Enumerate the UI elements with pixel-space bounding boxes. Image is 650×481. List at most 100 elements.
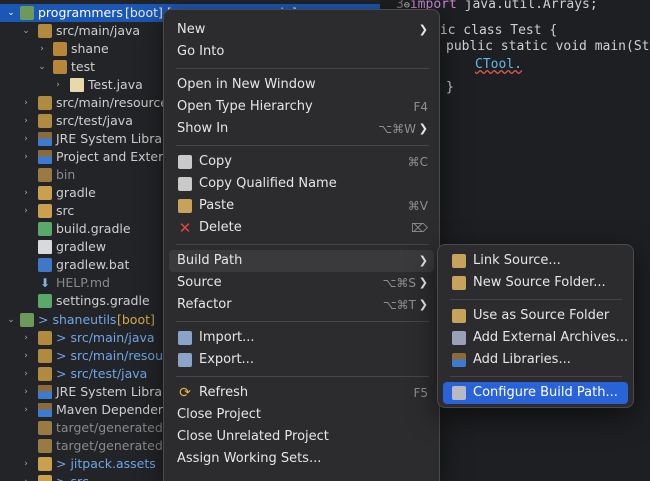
folder-icon: [38, 457, 52, 471]
code-text: java.util.Arrays;: [456, 0, 598, 12]
collapse-arrow-icon[interactable]: ⌄: [6, 4, 16, 22]
source-folder-icon: [452, 309, 466, 323]
code-line-method: public static void main(Strin: [446, 38, 650, 56]
tree-label: build.gradle: [56, 221, 131, 236]
shortcut: ⌘C: [407, 155, 428, 169]
tree-decor: [boot]: [117, 312, 155, 327]
menu-item-add-external-archives[interactable]: Add External Archives...: [443, 327, 628, 349]
delete-icon: ✕: [178, 219, 192, 237]
shortcut: ⌥⌘T: [382, 298, 416, 312]
tree-label: bin: [56, 167, 76, 182]
menu-item-paste[interactable]: Paste ⌘V: [169, 195, 434, 217]
source-folder-icon: [38, 24, 52, 38]
menu-item-refactor[interactable]: Refactor ⌥⌘T ❯: [169, 294, 434, 316]
code-text: }: [446, 80, 454, 95]
expand-arrow-icon[interactable]: ›: [21, 184, 31, 202]
collapse-arrow-icon[interactable]: ⌄: [21, 22, 31, 40]
menu-item-add-libraries[interactable]: Add Libraries...: [443, 349, 628, 371]
expand-arrow-icon[interactable]: ›: [21, 148, 31, 166]
tree-label: gradlew.bat: [56, 257, 130, 272]
link-source-icon: [452, 254, 466, 268]
menu-label: Open in New Window: [177, 77, 316, 92]
source-folder-icon: [38, 367, 52, 381]
markdown-download-icon: ⬇: [39, 276, 51, 290]
menu-item-export[interactable]: Export...: [169, 349, 434, 371]
library-icon: [38, 403, 52, 417]
menu-separator: [450, 376, 622, 377]
menu-label: Close Unrelated Project: [177, 429, 329, 444]
paste-icon: [178, 199, 192, 213]
tree-label: > src/main/java: [56, 330, 155, 345]
menu-item-new-source-folder[interactable]: New Source Folder...: [443, 272, 628, 294]
menu-label: Copy Qualified Name: [199, 176, 337, 191]
menu-item-delete[interactable]: ✕ Delete ⌦: [169, 217, 434, 239]
collapse-arrow-icon[interactable]: ⌄: [37, 58, 47, 76]
menu-label: Show In: [177, 121, 229, 136]
expand-arrow-icon[interactable]: ›: [21, 112, 31, 130]
menu-label: New Source Folder...: [473, 275, 606, 290]
menu-item-source[interactable]: Source ⌥⌘S ❯: [169, 272, 434, 294]
java-file-icon: [70, 78, 84, 92]
expand-arrow-icon[interactable]: ›: [21, 473, 31, 481]
code-text: public static void main(Strin: [446, 39, 650, 54]
expand-arrow-icon[interactable]: ›: [21, 455, 31, 473]
menu-item-close-unrelated-project[interactable]: Close Unrelated Project: [169, 426, 434, 448]
expand-arrow-icon[interactable]: ›: [21, 365, 31, 383]
menu-label: Paste: [199, 198, 235, 213]
folder-icon: [38, 168, 52, 182]
menu-item-build-path[interactable]: Build Path ❯: [169, 250, 434, 272]
expand-arrow-icon[interactable]: ›: [21, 383, 31, 401]
submenu-chevron-icon: ❯: [418, 276, 428, 289]
menu-item-close-project[interactable]: Close Project: [169, 404, 434, 426]
expand-arrow-icon[interactable]: ›: [21, 329, 31, 347]
library-icon: [452, 353, 466, 367]
menu-separator: [176, 244, 429, 245]
menu-item-open-type-hierarchy[interactable]: Open Type Hierarchy F4: [169, 96, 434, 118]
menu-item-copy[interactable]: Copy ⌘C: [169, 151, 434, 173]
menu-item-refresh[interactable]: ⟳ Refresh F5: [169, 382, 434, 404]
expand-arrow-icon[interactable]: ›: [21, 401, 31, 419]
expand-arrow-icon[interactable]: ›: [21, 130, 31, 148]
shortcut: ⌦: [411, 221, 428, 235]
source-folder-icon: [38, 349, 52, 363]
menu-item-use-as-source-folder[interactable]: Use as Source Folder: [443, 305, 628, 327]
menu-label: Open Type Hierarchy: [177, 99, 313, 114]
menu-item-copy-qualified-name[interactable]: Copy Qualified Name: [169, 173, 434, 195]
expand-arrow-icon[interactable]: ›: [53, 76, 63, 94]
menu-label: Close Project: [177, 407, 262, 422]
menu-item-open-in-new-window[interactable]: Open in New Window: [169, 74, 434, 96]
gradle-file-icon: [38, 294, 52, 308]
expand-arrow-icon[interactable]: ›: [21, 94, 31, 112]
menu-separator: [176, 145, 429, 146]
shortcut: ⌥⌘S: [382, 276, 416, 290]
gradle-file-icon: [38, 222, 52, 236]
tree-label: settings.gradle: [56, 293, 150, 308]
expand-arrow-icon[interactable]: ›: [21, 202, 31, 220]
menu-item-assign-working-sets[interactable]: Assign Working Sets...: [169, 448, 434, 470]
tree-label: test: [71, 59, 96, 74]
menu-label: Link Source...: [473, 253, 561, 268]
menu-item-go-into[interactable]: Go Into: [169, 41, 434, 63]
menu-label: Import...: [199, 330, 255, 345]
tree-label: > shaneutils: [38, 312, 117, 327]
copy-qualified-name-icon: [178, 177, 192, 191]
tree-label: gradlew: [56, 239, 107, 254]
folder-icon: [38, 204, 52, 218]
menu-label: New: [177, 22, 206, 37]
menu-item-show-in[interactable]: Show In ⌥⌘W ❯: [169, 118, 434, 140]
menu-label: Use as Source Folder: [473, 308, 610, 323]
folder-icon: [38, 439, 52, 453]
expand-arrow-icon[interactable]: ›: [21, 347, 31, 365]
tree-label: src/main/java: [56, 23, 141, 38]
collapse-arrow-icon[interactable]: ⌄: [6, 311, 16, 329]
menu-item-link-source[interactable]: Link Source...: [443, 250, 628, 272]
menu-label: Add External Archives...: [473, 330, 629, 345]
menu-item-import[interactable]: Import...: [169, 327, 434, 349]
source-folder-icon: [38, 96, 52, 110]
menu-item-configure-build-path[interactable]: Configure Build Path...: [443, 382, 628, 404]
menu-item-new[interactable]: New ❯: [169, 19, 434, 41]
expand-arrow-icon[interactable]: ›: [37, 40, 47, 58]
tree-label: JRE System Library: [56, 384, 175, 399]
menu-label: Configure Build Path...: [473, 385, 618, 400]
menu-label: Source: [177, 275, 222, 290]
